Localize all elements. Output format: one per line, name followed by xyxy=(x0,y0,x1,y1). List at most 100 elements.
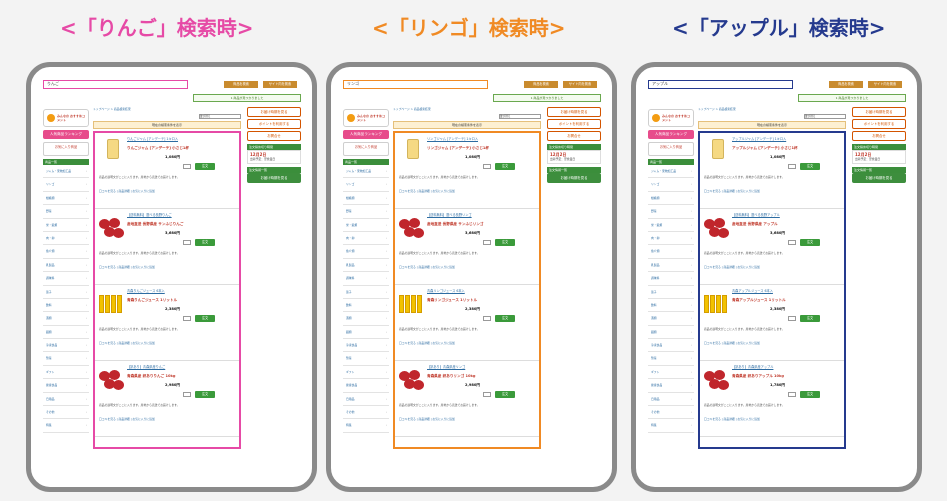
order-info-button[interactable]: お届け時期を見る xyxy=(547,173,601,183)
ranking-button[interactable]: 人気商品ランキング xyxy=(43,130,89,139)
category-link[interactable]: 菓子 xyxy=(343,286,389,299)
points-button[interactable]: ポイントを利用する xyxy=(547,119,601,129)
category-link[interactable]: リンゴ xyxy=(43,178,89,192)
product-name[interactable]: リンゴジャム [アンデーテ] 1キロ入 xyxy=(427,137,527,144)
product-links[interactable]: 口コミを見る | 商品詳細 | お気に入りに追加 xyxy=(399,265,537,269)
category-link[interactable]: 乳製品 xyxy=(648,259,694,273)
ranking-button[interactable]: 人気商品ランキング xyxy=(648,130,694,139)
category-link[interactable]: 野菜 xyxy=(43,205,89,219)
product-name[interactable]: アップルジャム [アンデーテ] 1キロ入 xyxy=(732,137,832,144)
category-link[interactable]: 乳製品 xyxy=(43,259,89,273)
contact-button[interactable]: お問合せ xyxy=(547,131,601,141)
order-button[interactable]: 注文 xyxy=(800,315,820,322)
product-link[interactable]: 青森アップルジュース 1リットル xyxy=(732,298,822,302)
category-link[interactable]: 野菜 xyxy=(648,205,694,219)
product-name[interactable]: 【訳あり】青森県産アップル xyxy=(732,365,832,372)
category-link[interactable]: 麺類 xyxy=(648,326,694,340)
product-thumbnail[interactable] xyxy=(704,139,728,163)
product-links[interactable]: 口コミを見る | 商品詳細 | お気に入りに追加 xyxy=(399,417,537,421)
product-link[interactable]: 産地直送 長野県産 アップル xyxy=(732,222,822,226)
order-button[interactable]: 注文 xyxy=(195,163,215,170)
contact-button[interactable]: お問合せ xyxy=(247,131,301,141)
product-link[interactable]: りんごジャム [アンデーテ] 小さじ1杯 xyxy=(127,146,217,150)
ranking-button[interactable]: 人気商品ランキング xyxy=(343,130,389,139)
product-links[interactable]: 口コミを見る | 商品詳細 | お気に入りに追加 xyxy=(99,341,237,345)
search-input[interactable]: りんご xyxy=(43,80,188,89)
category-link[interactable]: 冷凍食品 xyxy=(343,339,389,353)
order-button[interactable]: 注文 xyxy=(195,315,215,322)
delivery-button[interactable]: お届け時期を見る xyxy=(547,107,601,117)
product-links[interactable]: 口コミを見る | 商品詳細 | お気に入りに追加 xyxy=(399,189,537,193)
category-link[interactable]: 特集 xyxy=(648,419,694,433)
category-link[interactable]: 肉・卵 xyxy=(648,232,694,246)
order-button[interactable]: 注文 xyxy=(495,315,515,322)
search-button[interactable]: 商品を検索 xyxy=(224,81,258,88)
product-links[interactable]: 口コミを見る | 商品詳細 | お気に入りに追加 xyxy=(704,189,842,193)
product-links[interactable]: 口コミを見る | 商品詳細 | お気に入りに追加 xyxy=(704,341,842,345)
product-name[interactable]: りんごジャム [アンデーテ] 1キロ入 xyxy=(127,137,227,144)
points-button[interactable]: ポイントを利用する xyxy=(852,119,906,129)
product-thumbnail[interactable] xyxy=(99,215,124,239)
category-link[interactable]: 飲料 xyxy=(343,299,389,313)
category-link[interactable]: 米・穀類 xyxy=(648,219,694,232)
category-link[interactable]: 惣菜 xyxy=(343,352,389,366)
product-link[interactable]: 青森りんごジュース 1リットル xyxy=(127,298,217,302)
product-links[interactable]: 口コミを見る | 商品詳細 | お気に入りに追加 xyxy=(99,417,237,421)
category-link[interactable]: 米・穀類 xyxy=(343,219,389,232)
quantity-input[interactable] xyxy=(183,316,191,321)
delivery-button[interactable]: お届け時期を見る xyxy=(852,107,906,117)
order-button[interactable]: 注文 xyxy=(800,391,820,398)
product-thumbnail[interactable] xyxy=(99,139,123,163)
category-link[interactable]: ジャム・果物加工品 xyxy=(648,165,694,179)
category-link[interactable]: 健康食品 xyxy=(648,379,694,393)
category-link[interactable]: 惣菜 xyxy=(43,352,89,366)
category-link[interactable]: 健康食品 xyxy=(343,379,389,393)
category-link[interactable]: ジャム・果物加工品 xyxy=(43,165,89,179)
category-link[interactable]: 日用品 xyxy=(43,393,89,407)
category-link[interactable]: リンゴ xyxy=(343,178,389,192)
favorite-button[interactable]: お気に入り商品 xyxy=(43,142,89,156)
category-link[interactable]: 酒類 xyxy=(43,312,89,326)
site-search-button[interactable]: サイト内を検索 xyxy=(868,81,902,88)
order-info-button[interactable]: お届け時期を見る xyxy=(247,173,301,183)
category-link[interactable]: 野菜 xyxy=(343,205,389,219)
category-link[interactable]: 魚介類 xyxy=(43,245,89,259)
product-links[interactable]: 口コミを見る | 商品詳細 | お気に入りに追加 xyxy=(99,265,237,269)
contact-button[interactable]: お問合せ xyxy=(852,131,906,141)
product-name[interactable]: 【送料無料】選べる長野りんご xyxy=(127,213,227,220)
order-button[interactable]: 注文 xyxy=(800,163,820,170)
order-button[interactable]: 注文 xyxy=(495,163,515,170)
product-name[interactable]: 【訳あり】青森県産リンゴ xyxy=(427,365,527,372)
category-link[interactable]: 米・穀類 xyxy=(43,219,89,232)
quantity-input[interactable] xyxy=(483,164,491,169)
order-button[interactable]: 注文 xyxy=(800,239,820,246)
category-link[interactable]: 特集 xyxy=(43,419,89,433)
order-button[interactable]: 注文 xyxy=(495,391,515,398)
site-logo[interactable]: みんなの おすすめコメント xyxy=(648,109,694,127)
product-links[interactable]: 口コミを見る | 商品詳細 | お気に入りに追加 xyxy=(704,417,842,421)
product-link[interactable]: 産地直送 長野県産 サンふじりんご xyxy=(127,222,217,226)
delivery-button[interactable]: お届け時期を見る xyxy=(247,107,301,117)
category-link[interactable]: ジャム・果物加工品 xyxy=(343,165,389,179)
product-thumbnail[interactable] xyxy=(399,367,424,391)
category-link[interactable]: 肉・卵 xyxy=(343,232,389,246)
product-link[interactable]: 青森県産 訳ありりんご 10kg xyxy=(127,374,217,378)
quantity-input[interactable] xyxy=(788,164,796,169)
category-link[interactable]: 菓子 xyxy=(648,286,694,299)
category-link[interactable]: ギフト xyxy=(343,366,389,380)
category-link[interactable]: 酒類 xyxy=(343,312,389,326)
category-link[interactable]: 冷凍食品 xyxy=(648,339,694,353)
category-link[interactable]: 麺類 xyxy=(343,326,389,340)
product-thumbnail[interactable] xyxy=(704,367,729,391)
quantity-input[interactable] xyxy=(483,392,491,397)
category-link[interactable]: その他 xyxy=(648,406,694,420)
product-thumbnail[interactable] xyxy=(399,139,423,163)
sort-select[interactable]: 並び替え xyxy=(804,114,846,119)
category-link[interactable]: ギフト xyxy=(648,366,694,380)
category-link[interactable]: 乳製品 xyxy=(343,259,389,273)
site-logo[interactable]: みんなの おすすめコメント xyxy=(343,109,389,127)
product-link[interactable]: リンゴジャム [アンデーテ] 小さじ1杯 xyxy=(427,146,517,150)
product-name[interactable]: 青森リンゴジュース 6本入 xyxy=(427,289,527,296)
quantity-input[interactable] xyxy=(788,316,796,321)
product-links[interactable]: 口コミを見る | 商品詳細 | お気に入りに追加 xyxy=(704,265,842,269)
